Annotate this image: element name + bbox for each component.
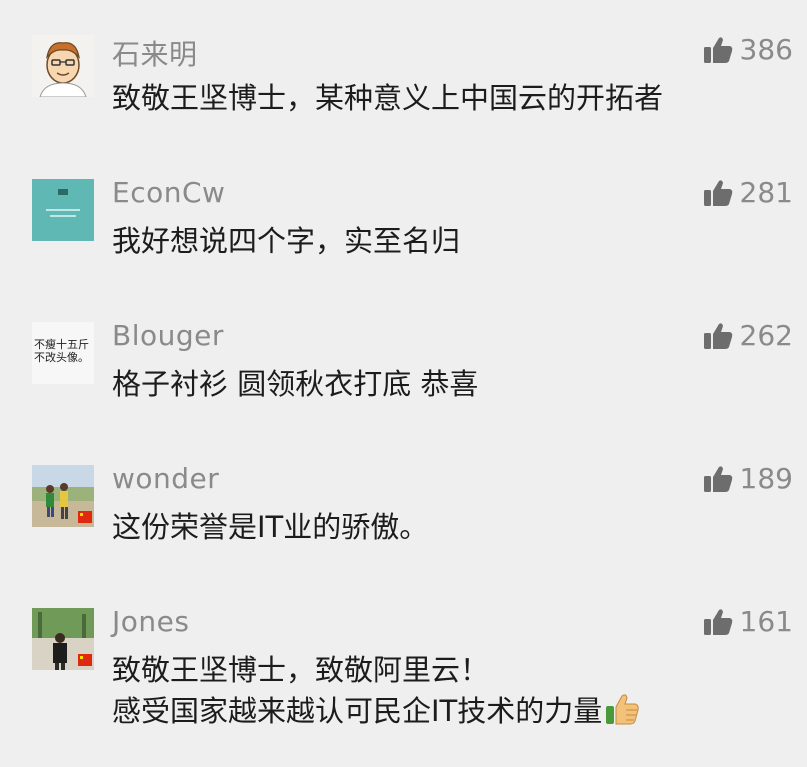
thumbs-up-icon bbox=[703, 36, 732, 63]
comment-line: 致敬王坚博士，某种意义上中国云的开拓者 bbox=[112, 81, 664, 115]
comment-line-with-emoji: 感受国家越来越认可民企IT技术的力量 bbox=[112, 691, 640, 732]
comment-line: 感受国家越来越认可民企IT技术的力量 bbox=[112, 694, 603, 728]
like-button[interactable]: 262 bbox=[702, 319, 793, 352]
avatar[interactable] bbox=[32, 179, 94, 241]
like-count: 161 bbox=[739, 605, 793, 638]
like-count: 189 bbox=[739, 462, 793, 495]
comment-text: 这份荣誉是IT业的骄傲。 bbox=[112, 507, 428, 548]
like-button[interactable]: 161 bbox=[702, 605, 793, 638]
comment-line: 这份荣誉是IT业的骄傲。 bbox=[112, 510, 429, 544]
avatar[interactable] bbox=[32, 35, 94, 97]
like-button[interactable]: 189 bbox=[702, 462, 793, 495]
like-count: 281 bbox=[739, 176, 793, 209]
comment-text: 我好想说四个字，实至名归 bbox=[112, 221, 460, 262]
comment-text: 致敬王坚博士，致敬阿里云！ 感受国家越来越认可民企IT技术的力量 bbox=[112, 650, 640, 732]
comment-username[interactable]: Jones bbox=[112, 605, 189, 638]
comment-username[interactable]: EconCw bbox=[112, 176, 225, 209]
like-button[interactable]: 386 bbox=[702, 33, 793, 66]
avatar[interactable] bbox=[32, 465, 94, 527]
cartoon-avatar-icon bbox=[32, 35, 94, 97]
comment-line: 致敬王坚博士，致敬阿里云！ bbox=[112, 653, 490, 687]
thumbs-up-icon bbox=[703, 322, 732, 349]
comment-line: 格子衬衫 圆领秋衣打底 恭喜 bbox=[112, 367, 479, 401]
teal-card-avatar-icon bbox=[32, 179, 94, 241]
avatar[interactable] bbox=[32, 608, 94, 670]
comment-text: 致敬王坚博士，某种意义上中国云的开拓者 bbox=[112, 78, 663, 119]
like-count: 386 bbox=[739, 33, 793, 66]
like-button[interactable]: 281 bbox=[702, 176, 793, 209]
comment-username[interactable]: Blouger bbox=[112, 319, 224, 352]
avatar-text-line: 不改头像。 bbox=[34, 351, 89, 364]
thumbs-up-emoji-icon bbox=[606, 694, 639, 725]
photo-avatar-icon bbox=[32, 608, 94, 670]
comment-text: 格子衬衫 圆领秋衣打底 恭喜 bbox=[112, 364, 478, 405]
photo-avatar-icon bbox=[32, 465, 94, 527]
comment-username[interactable]: 石来明 bbox=[112, 33, 198, 73]
thumbs-up-icon bbox=[703, 179, 732, 206]
thumbs-up-icon bbox=[703, 608, 732, 635]
avatar-text-line: 不瘦十五斤 bbox=[34, 338, 89, 351]
avatar[interactable]: 不瘦十五斤 不改头像。 bbox=[32, 322, 94, 384]
comment-username[interactable]: wonder bbox=[112, 462, 219, 495]
like-count: 262 bbox=[739, 319, 793, 352]
thumbs-up-icon bbox=[703, 465, 732, 492]
comment-line: 我好想说四个字，实至名归 bbox=[112, 224, 461, 258]
